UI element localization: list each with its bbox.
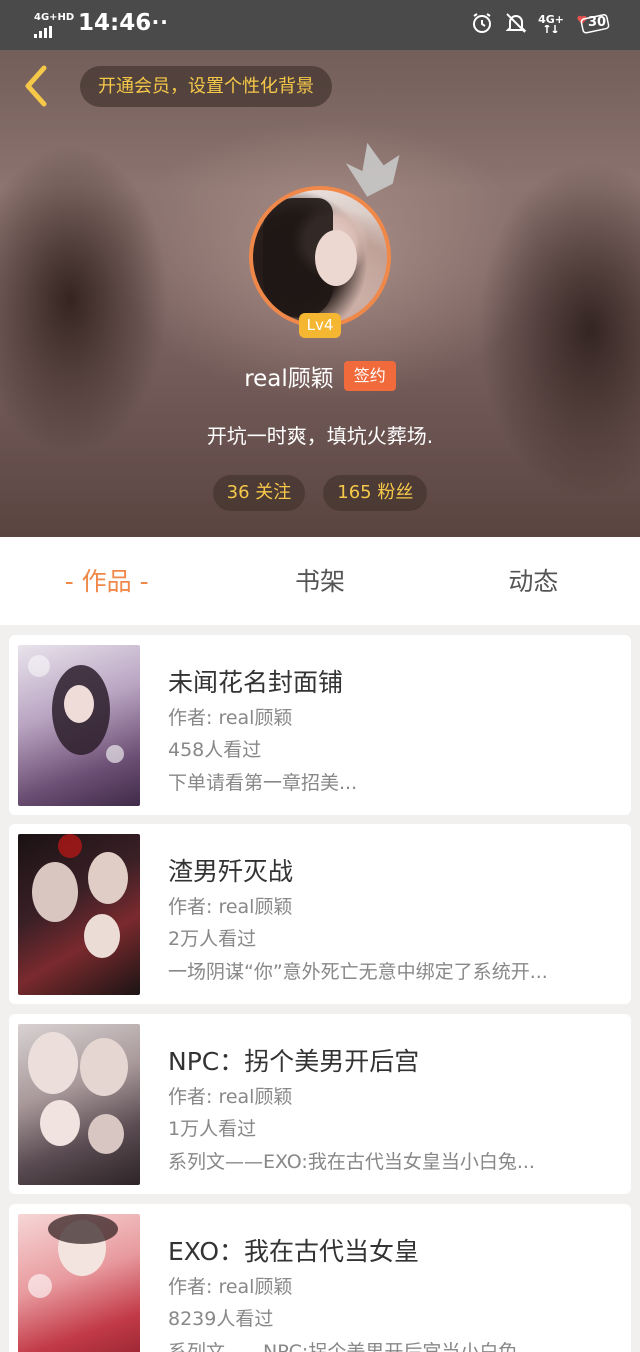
following-count[interactable]: 36 关注 <box>212 475 306 511</box>
book-title: 未闻花名封面铺 <box>168 668 344 697</box>
level-badge: Lv4 <box>299 313 341 338</box>
crown-icon <box>345 142 400 197</box>
signal-icon: 4G+HD <box>34 12 74 38</box>
book-title: NPC：拐个美男开后宫 <box>168 1047 420 1076</box>
vip-background-button[interactable]: 开通会员，设置个性化背景 <box>80 66 332 107</box>
book-author: 作者: real顾颖 <box>168 707 293 729</box>
network-type: 4G+ <box>538 12 564 26</box>
user-stats: 36 关注 165 粉丝 <box>0 475 640 511</box>
network-tag: 4G+HD <box>34 12 75 23</box>
book-list: 未闻花名封面铺 作者: real顾颖 458人看过 下单请看第一章招美... 渣… <box>0 625 640 1352</box>
more-notifications-icon: ··· <box>143 10 169 34</box>
book-description: 下单请看第一章招美... <box>168 772 358 794</box>
back-button[interactable] <box>16 62 56 110</box>
alarm-icon <box>473 13 492 33</box>
chevron-left-icon <box>25 65 47 107</box>
book-card[interactable]: NPC：拐个美男开后宫 作者: real顾颖 1万人看过 系列文——EXO:我在… <box>9 1014 631 1194</box>
book-description: 一场阴谋“你”意外死亡无意中绑定了系统开... <box>168 961 548 983</box>
tab-bar: - 作品 - 书架 动态 <box>0 537 640 625</box>
book-title: 渣男歼灭战 <box>168 857 294 886</box>
battery-icon: 30 <box>574 11 610 35</box>
book-author: 作者: real顾颖 <box>168 1276 293 1298</box>
book-views: 458人看过 <box>168 739 262 761</box>
tab-bookshelf[interactable]: 书架 <box>213 537 426 625</box>
status-bar: 4G+HD 14:46 ··· 4G+ 30 <box>0 0 640 50</box>
mute-bell-icon <box>505 13 527 33</box>
tab-activity[interactable]: 动态 <box>427 537 640 625</box>
book-description: 系列文——NPC:拐个美男开后宫当小白兔... <box>168 1341 536 1352</box>
book-card[interactable]: EXO：我在古代当女皇 作者: real顾颖 8239人看过 系列文——NPC:… <box>9 1204 631 1352</box>
book-card[interactable]: 渣男歼灭战 作者: real顾颖 2万人看过 一场阴谋“你”意外死亡无意中绑定了… <box>9 824 631 1004</box>
book-cover <box>18 1214 140 1352</box>
signed-badge: 签约 <box>343 361 396 391</box>
username: real顾颖 <box>244 366 334 392</box>
book-views: 2万人看过 <box>168 928 257 950</box>
book-description: 系列文——EXO:我在古代当女皇当小白兔... <box>168 1151 535 1173</box>
avatar[interactable] <box>249 186 391 328</box>
book-views: 8239人看过 <box>168 1308 274 1330</box>
profile-header: 4G+HD 14:46 ··· 4G+ 30 开通会员，设置个性化背景 Lv4 … <box>0 0 640 537</box>
book-cover <box>18 834 140 995</box>
tab-works[interactable]: - 作品 - <box>0 537 213 625</box>
book-cover <box>18 1024 140 1185</box>
book-views: 1万人看过 <box>168 1118 257 1140</box>
user-bio: 开坑一时爽，填坑火葬场. <box>206 424 434 448</box>
book-cover <box>18 645 140 806</box>
book-title: EXO：我在古代当女皇 <box>168 1237 420 1266</box>
followers-count[interactable]: 165 粉丝 <box>323 475 428 511</box>
book-author: 作者: real顾颖 <box>168 896 293 918</box>
book-author: 作者: real顾颖 <box>168 1086 293 1108</box>
username-row: real顾颖 签约 <box>0 356 640 396</box>
clock: 14:46 <box>78 10 152 36</box>
book-card[interactable]: 未闻花名封面铺 作者: real顾颖 458人看过 下单请看第一章招美... <box>9 635 631 815</box>
